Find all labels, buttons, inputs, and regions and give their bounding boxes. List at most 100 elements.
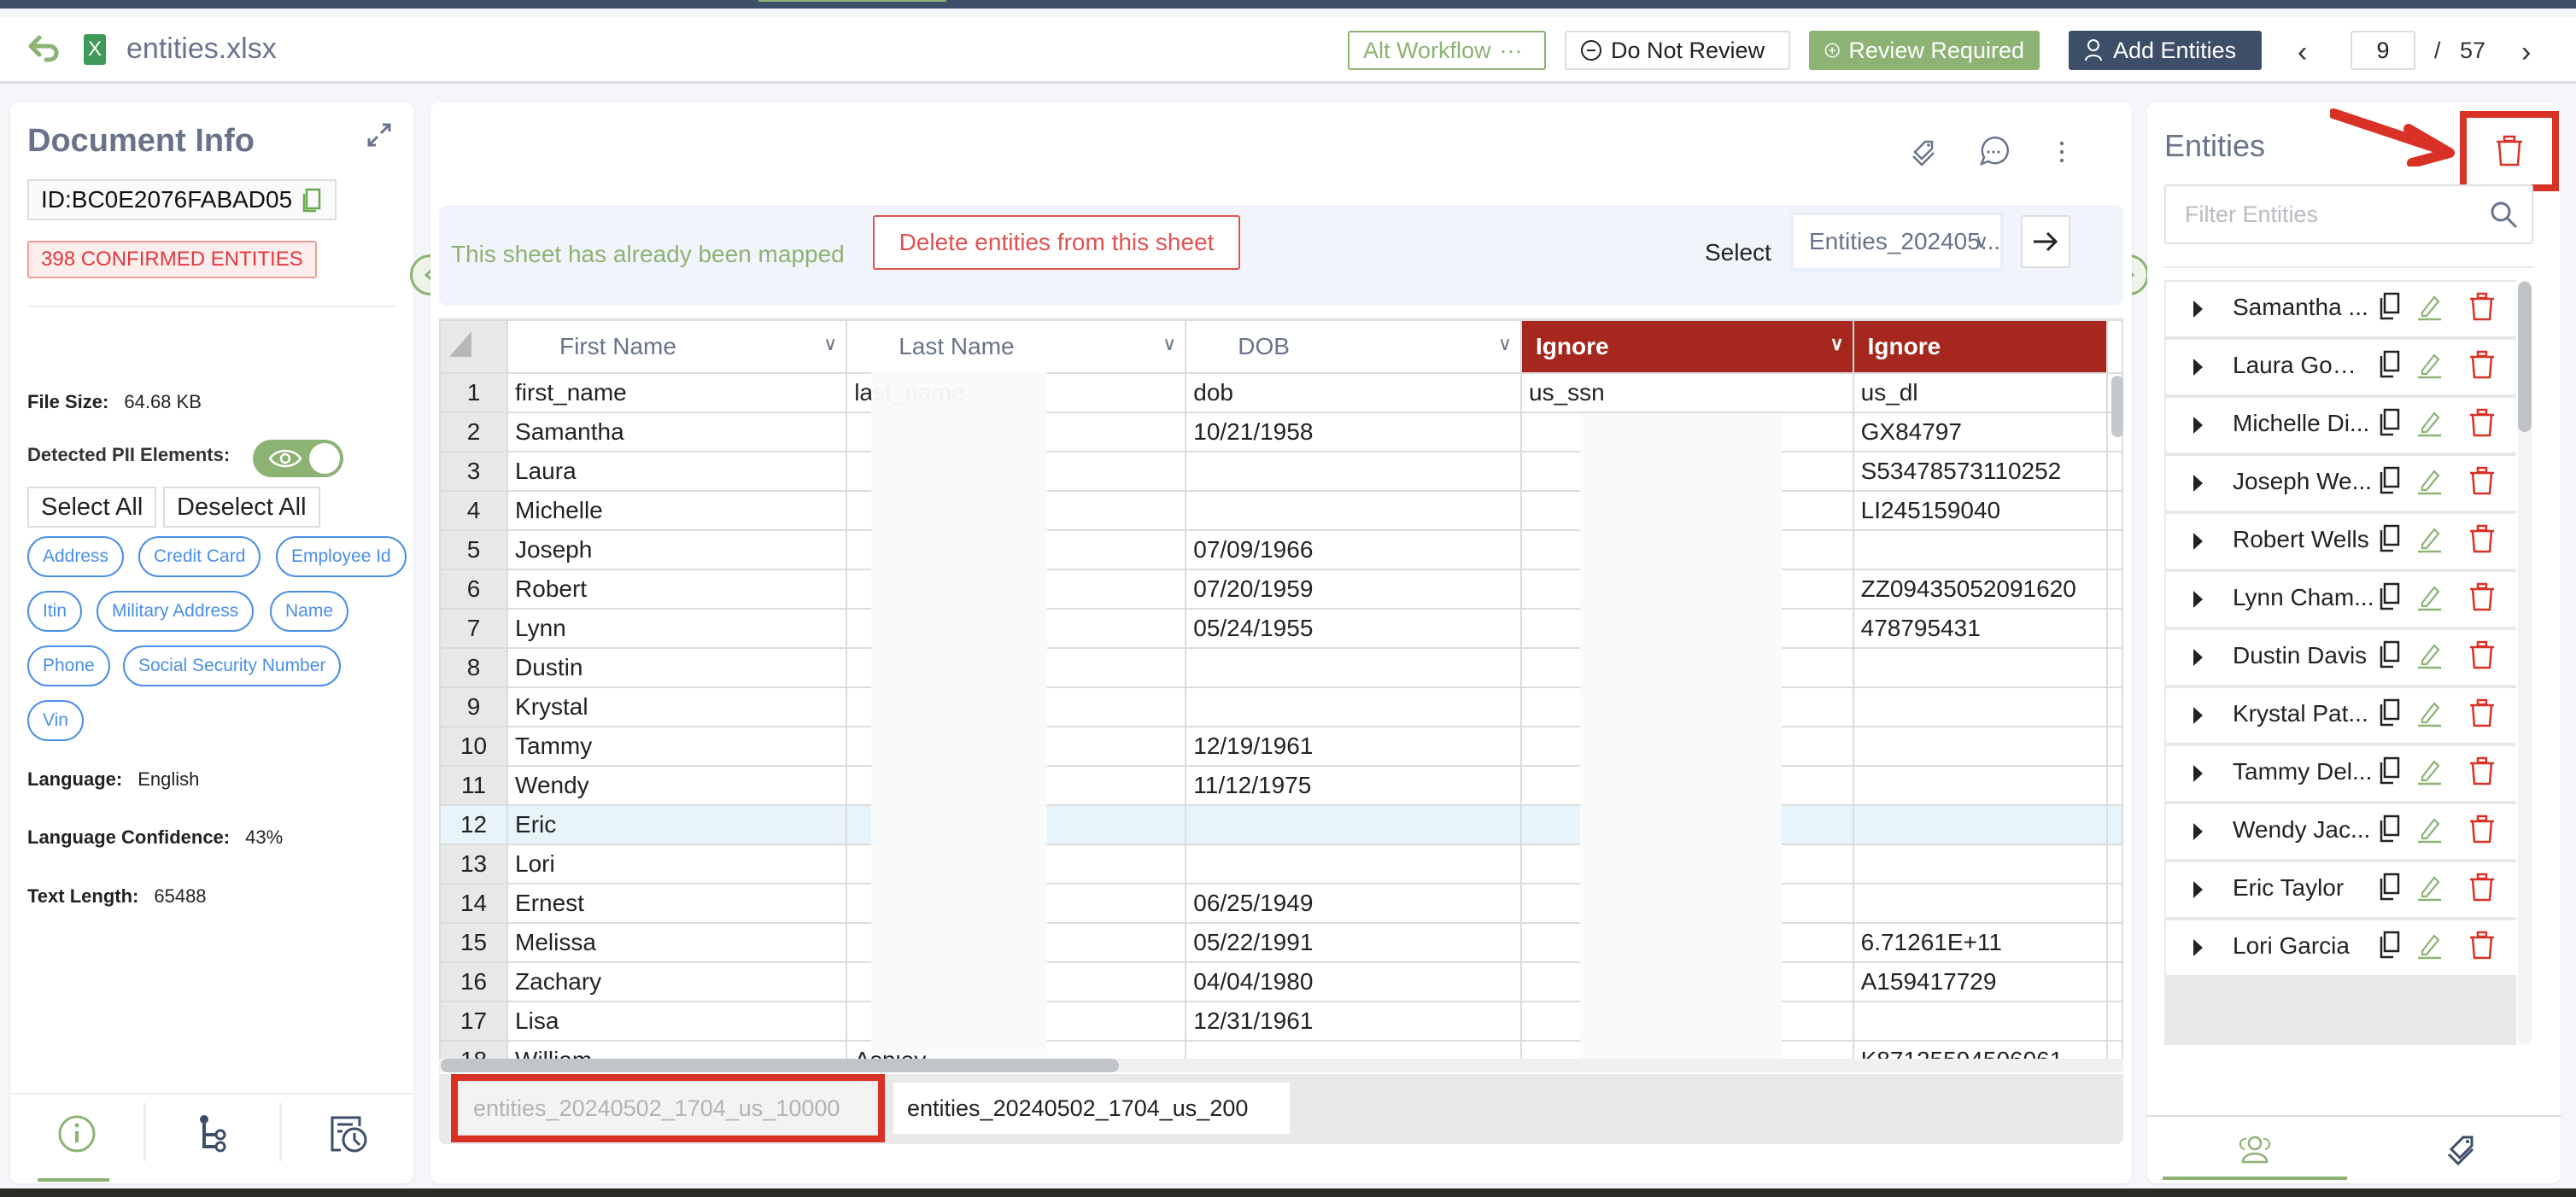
table-cell[interactable]: 6.71261E+11 [1852,922,2109,963]
table-cell[interactable]: first_name [506,372,848,413]
pii-chip[interactable]: Name [270,591,349,632]
tab-workflow[interactable] [146,1100,279,1168]
table-cell[interactable]: Zachary [506,961,848,1002]
column-header[interactable]: First Name ∨ [506,319,848,374]
table-cell[interactable]: 04/04/1980 [1185,961,1523,1002]
copy-icon[interactable] [2376,698,2403,727]
table-cell[interactable]: 07/20/1959 [1185,569,1523,610]
column-header[interactable]: DOB ∨ [1185,319,1523,374]
edit-pencil-icon[interactable] [2415,292,2443,321]
column-header[interactable]: Ignore ∨ [1520,319,1854,374]
sheet-tab-active[interactable]: entities_20240502_1704_us_200 [893,1083,1290,1134]
table-cell[interactable]: William [506,1040,848,1059]
table-cell[interactable]: 12/19/1961 [1185,726,1523,767]
table-cell[interactable]: Eric [506,804,848,845]
table-cell[interactable] [1185,647,1523,688]
table-cell[interactable]: A159417729 [1852,961,2109,1002]
entity-list-item[interactable]: Krystal Pat... [2166,688,2516,743]
expand-caret-icon[interactable] [2193,939,2203,956]
sheet-tab[interactable]: entities_20240502_1704_us_10000 [451,1074,885,1142]
do-not-review-button[interactable]: Do Not Review [1565,31,1790,70]
table-cell[interactable]: dob [1185,372,1523,413]
expand-caret-icon[interactable] [2193,649,2203,666]
entity-set-select[interactable]: Entities_202405... ∨ [1790,212,2004,272]
table-cell[interactable]: 07/09/1966 [1185,529,1523,570]
chevron-down-icon[interactable]: ∨ [823,333,837,355]
deselect-all-button[interactable]: Deselect All [163,487,320,528]
table-cell[interactable] [1185,490,1523,531]
tags-icon[interactable] [1906,135,1941,169]
table-cell[interactable]: Melissa [506,922,848,963]
copy-icon[interactable] [301,188,321,213]
pii-chip[interactable]: Military Address [97,591,255,632]
edit-pencil-icon[interactable] [2415,466,2443,495]
row-number[interactable]: 12 [439,804,509,845]
row-number[interactable]: 17 [439,1001,509,1042]
pii-chip[interactable]: Social Security Number [123,645,342,686]
expand-caret-icon[interactable] [2193,475,2203,492]
tab-tags[interactable] [2368,1122,2556,1177]
table-cell[interactable] [1852,647,2109,688]
table-cell[interactable]: ZZ09435052091620 [1852,569,2109,610]
row-number[interactable]: 11 [439,765,509,806]
row-number[interactable]: 13 [439,844,509,885]
table-cell[interactable]: us_dl [1852,372,2109,413]
entity-list-item[interactable]: Samantha ... [2166,282,2516,336]
entity-list-item[interactable]: Lori Garcia [2166,920,2516,975]
row-number[interactable]: 15 [439,922,509,963]
table-cell[interactable]: Samantha [506,412,848,453]
copy-icon[interactable] [2376,408,2403,437]
entity-list-item[interactable]: Laura Gomez [2166,340,2516,394]
apply-arrow-button[interactable] [2021,215,2070,268]
trash-icon[interactable] [2468,698,2496,727]
row-number[interactable]: 1 [439,372,509,413]
table-cell[interactable]: Ernest [506,883,848,924]
add-entities-button[interactable]: Add Entities [2069,31,2262,70]
table-cell[interactable]: 478795431 [1852,608,2109,649]
trash-icon[interactable] [2468,466,2496,495]
table-cell[interactable] [1852,1001,2109,1042]
entity-list-item[interactable]: Dustin Davis [2166,630,2516,685]
table-cell[interactable] [1852,804,2109,845]
pii-visibility-toggle[interactable] [253,440,343,477]
comment-icon[interactable] [1976,135,2011,169]
back-arrow-icon[interactable] [26,31,63,68]
table-cell[interactable] [1185,804,1523,845]
copy-icon[interactable] [2376,466,2403,495]
expand-caret-icon[interactable] [2193,359,2203,376]
table-cell[interactable]: K87125594506061 [1852,1040,2109,1059]
entity-list-item[interactable]: Joseph We... [2166,456,2516,511]
trash-icon[interactable] [2468,350,2496,379]
tab-info[interactable] [10,1100,143,1168]
trash-icon[interactable] [2468,873,2496,902]
trash-icon[interactable] [2468,815,2496,844]
row-number[interactable]: 5 [439,529,509,570]
pii-chip[interactable]: Address [27,536,125,577]
copy-icon[interactable] [2376,931,2403,960]
table-cell[interactable]: S53478573110252 [1852,451,2109,492]
expand-caret-icon[interactable] [2193,707,2203,724]
edit-pencil-icon[interactable] [2415,350,2443,379]
copy-icon[interactable] [2376,873,2403,902]
table-cell[interactable] [1185,844,1523,885]
filter-entities-input[interactable] [2164,184,2533,244]
table-cell[interactable]: Lisa [506,1001,848,1042]
row-number[interactable]: 16 [439,961,509,1002]
table-cell[interactable]: Dustin [506,647,848,688]
edit-pencil-icon[interactable] [2415,582,2443,611]
table-cell[interactable] [1852,883,2109,924]
entity-list-item[interactable]: Robert Wells [2166,514,2516,569]
expand-caret-icon[interactable] [2193,765,2203,782]
table-cell[interactable]: 11/12/1975 [1185,765,1523,806]
table-cell[interactable]: Michelle [506,490,848,531]
chevron-down-icon[interactable]: ∨ [1162,333,1176,355]
copy-icon[interactable] [2376,815,2403,844]
table-cell[interactable]: Lynn [506,608,848,649]
trash-icon[interactable] [2468,524,2496,553]
row-number[interactable]: 7 [439,608,509,649]
pii-chip[interactable]: Employee Id [276,536,407,577]
table-cell[interactable]: Laura [506,451,848,492]
entity-list-item[interactable]: Wendy Jac... [2166,804,2516,859]
copy-icon[interactable] [2376,756,2403,785]
table-cell[interactable] [1185,686,1523,727]
